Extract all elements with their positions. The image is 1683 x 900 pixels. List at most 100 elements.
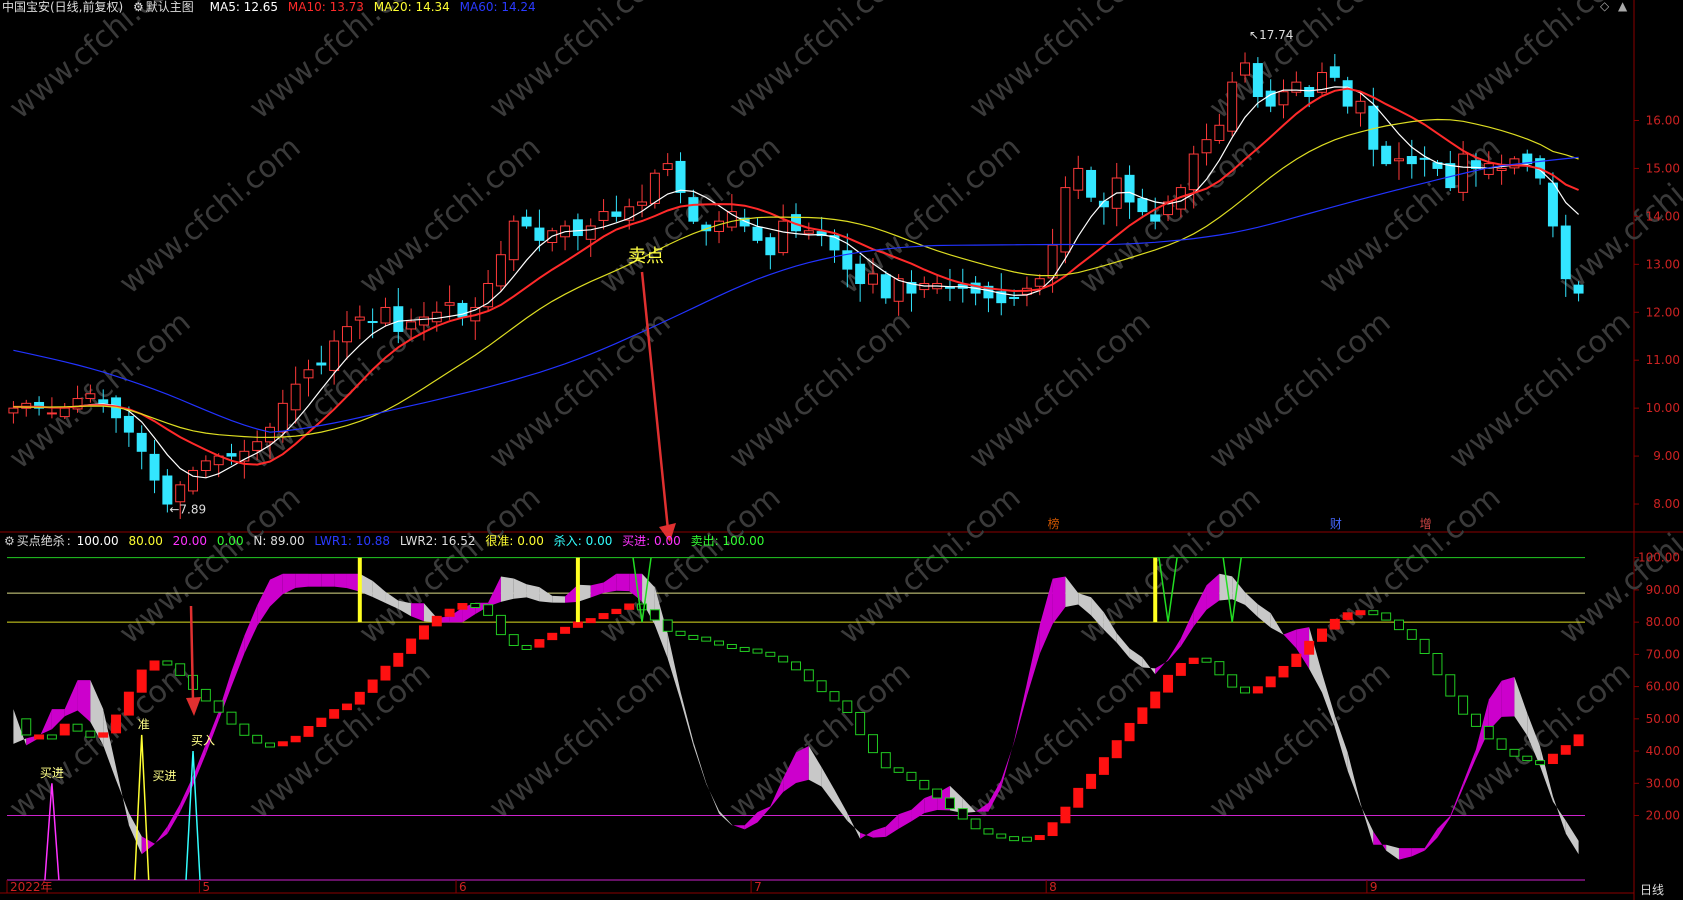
oscillator-band-segment [885, 814, 899, 837]
trend-block [1073, 787, 1084, 808]
trend-block [1445, 674, 1456, 697]
oscillator-band-segment [821, 767, 835, 804]
trend-block [739, 646, 750, 652]
period-label[interactable]: 日线 [1640, 881, 1664, 898]
trend-block [508, 634, 519, 646]
trend-block [265, 742, 275, 748]
oscillator-band-segment [372, 580, 386, 603]
watermark-text: www.cfchi.com [243, 655, 438, 826]
oscillator-band-segment [1514, 677, 1528, 736]
oscillator-band-segment [141, 836, 155, 855]
trend-block [1368, 610, 1379, 616]
trend-block [1483, 725, 1494, 740]
ind-tick-label: 20.00 [1646, 809, 1680, 823]
trend-block [457, 603, 468, 610]
oscillator-band-segment [552, 595, 566, 603]
trend-block [1124, 722, 1135, 742]
trend-block [1406, 629, 1417, 640]
oscillator-band-segment [257, 579, 270, 627]
trend-block [778, 655, 789, 663]
oscillator-band-segment [706, 782, 720, 814]
trend-block [1393, 619, 1404, 631]
oscillator-band-segment [1065, 576, 1079, 608]
candle-body [1188, 153, 1199, 191]
oscillator-band-segment [1360, 803, 1374, 845]
trend-block [1214, 661, 1225, 676]
trend-block [1317, 628, 1327, 642]
oscillator-band-segment [1488, 680, 1502, 731]
date-tick-label: 5 [202, 880, 210, 894]
trend-block [534, 639, 545, 648]
signal-bar [1153, 557, 1158, 623]
candle-body [1240, 62, 1251, 76]
price-tick-label: 15.00 [1646, 161, 1680, 175]
trend-block [983, 828, 994, 835]
trend-block [418, 625, 429, 640]
settings-icon[interactable]: ⚙ [133, 0, 144, 14]
watermark-text: www.cfchi.com [723, 0, 918, 126]
oscillator-band-segment [526, 584, 540, 602]
oscillator-band-segment [847, 813, 861, 839]
watermark-text: www.cfchi.com [3, 0, 198, 126]
candle-body [752, 226, 763, 241]
candle-body [649, 172, 660, 204]
candle-body [8, 407, 19, 414]
candle-body [1342, 80, 1353, 107]
oscillator-band-segment [321, 573, 335, 587]
watermark-text: www.cfchi.com [833, 480, 1028, 651]
trend-block [431, 615, 442, 627]
scroll-up-icon[interactable]: ▲ [1618, 0, 1627, 13]
trend-block [932, 788, 943, 799]
candle-body [367, 321, 378, 324]
candle-body [611, 211, 622, 217]
trend-block [1560, 745, 1571, 755]
indicator-name[interactable]: 买点绝杀 [17, 534, 65, 548]
candle-body [1278, 91, 1289, 106]
candle-body [675, 160, 686, 193]
candle-body [85, 393, 96, 399]
candle-body [1060, 187, 1071, 253]
candle-body [46, 412, 57, 415]
ind-tick-label: 40.00 [1646, 744, 1680, 758]
trend-block [1240, 686, 1251, 694]
indicator-settings-icon[interactable]: ⚙ [4, 534, 15, 548]
oscillator-band-segment [488, 576, 501, 607]
main-indicator-label[interactable]: ⚙ 默认主图 [133, 0, 204, 14]
oscillator-band-segment [334, 573, 347, 589]
oscillator-band-segment [154, 826, 168, 845]
candle-body [1406, 156, 1417, 165]
trend-block [1086, 773, 1097, 789]
trend-block [239, 723, 250, 736]
ind-value-0: 0.00 [216, 534, 244, 548]
trend-block [252, 734, 263, 744]
diamond-icon[interactable]: ◇ [1600, 0, 1609, 13]
oscillator-band-segment [731, 824, 745, 830]
trend-block [213, 700, 224, 713]
trend-block [1432, 652, 1443, 676]
trend-block [714, 640, 725, 646]
trend-block [354, 691, 365, 705]
trend-block [1034, 835, 1045, 841]
candle-body [98, 399, 109, 404]
ma10-label: MA10: 13.73 [287, 0, 364, 14]
ind-tick-label: 100.00 [1638, 551, 1680, 565]
trend-block [880, 752, 891, 769]
trend-block [765, 651, 776, 657]
ma5-label: MA5: 12.65 [209, 0, 279, 14]
oscillator-band-segment [1180, 610, 1194, 647]
trend-block [1175, 662, 1186, 676]
candle-body [1086, 169, 1097, 198]
trend-block [85, 730, 96, 738]
trend-block [111, 714, 122, 734]
buy-peak [133, 734, 150, 881]
candle-body [406, 321, 417, 330]
oscillator-band-segment [667, 633, 681, 701]
trend-block [1291, 653, 1302, 667]
candle-body [1137, 198, 1148, 213]
trend-block [98, 732, 109, 738]
trend-block [957, 808, 968, 820]
oscillator-band-segment [1501, 677, 1515, 717]
watermark-text: www.cfchi.com [593, 480, 788, 651]
candle-body [855, 263, 866, 284]
trend-block [1573, 734, 1584, 747]
